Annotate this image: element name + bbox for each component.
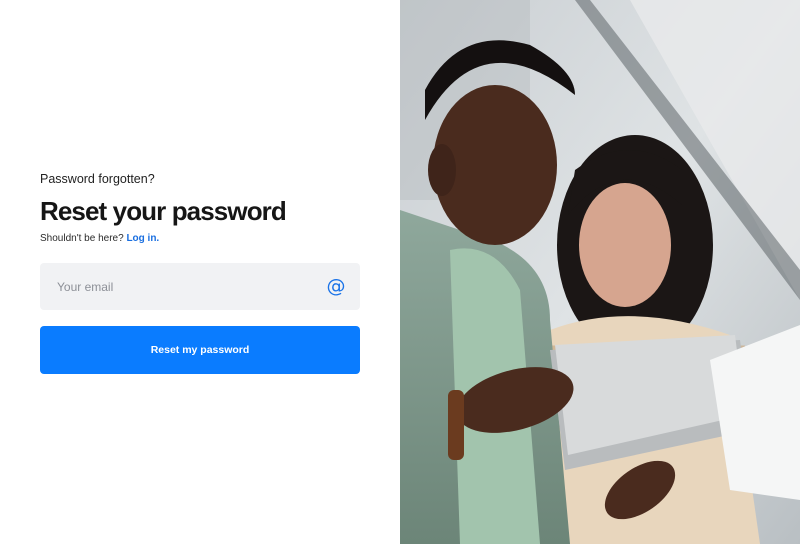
at-icon: @ <box>326 275 346 297</box>
bracelet <box>448 390 464 460</box>
hero-image <box>400 0 800 544</box>
login-link[interactable]: Log in. <box>126 233 159 244</box>
subtitle-text: Shouldn't be here? <box>40 233 124 244</box>
page-title: Reset your password <box>40 196 287 226</box>
email-field[interactable]: @ <box>40 263 360 310</box>
hero-illustration <box>400 0 800 544</box>
email-input[interactable] <box>40 263 360 310</box>
form-eyebrow: Password forgotten? <box>40 172 155 186</box>
reset-password-button[interactable]: Reset my password <box>40 326 360 374</box>
reset-form-panel: Password forgotten? Reset your password … <box>0 0 400 544</box>
form-subtitle: Shouldn't be here? Log in. <box>40 233 159 244</box>
